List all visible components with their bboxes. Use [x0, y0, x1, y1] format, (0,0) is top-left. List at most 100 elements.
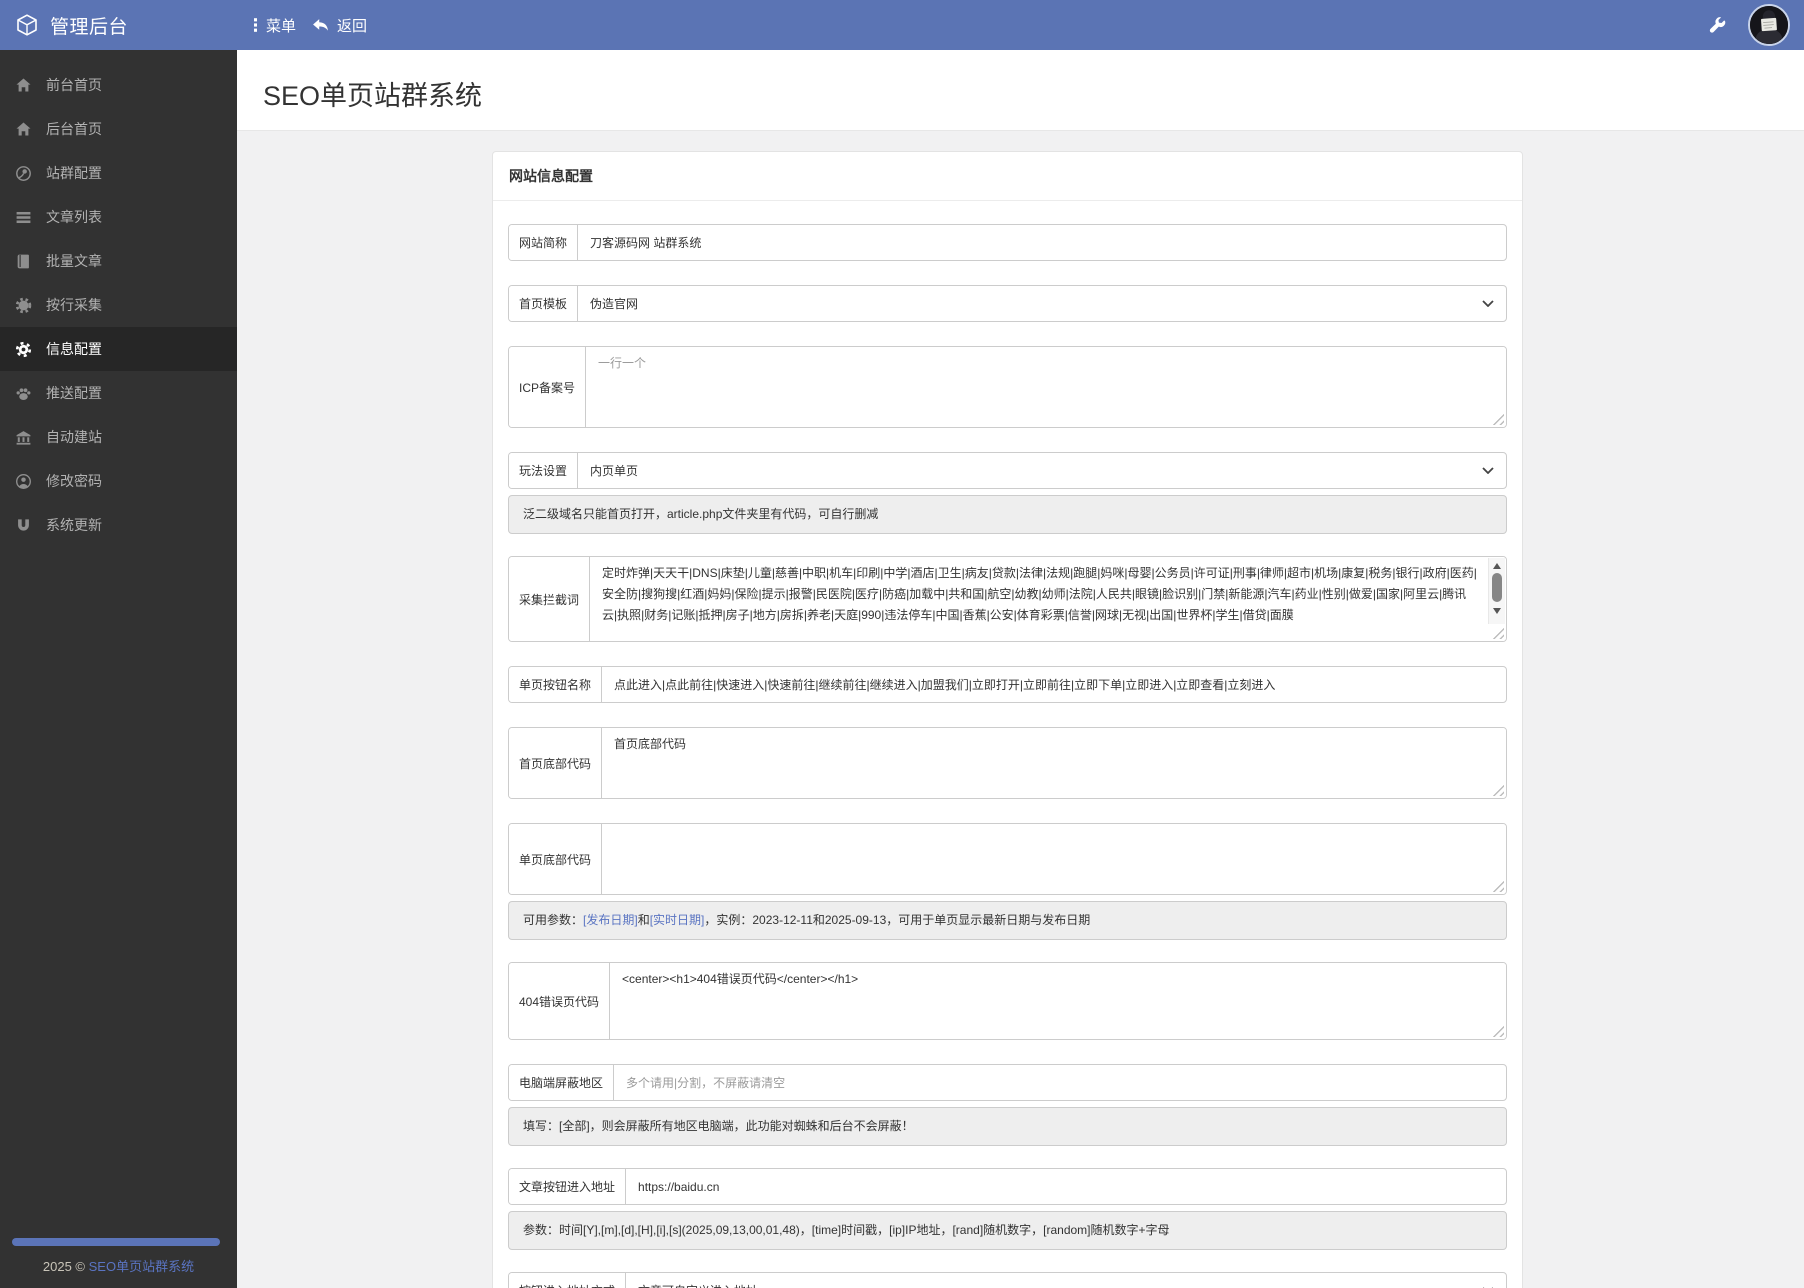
magnet-icon: [13, 517, 33, 534]
error-404-row: 404错误页代码 <center><h1>404错误页代码</center></…: [508, 962, 1507, 1040]
brand[interactable]: 管理后台: [0, 12, 237, 39]
icp-row: ICP备案号: [508, 346, 1507, 428]
realtime-date-link[interactable]: [实时日期]: [650, 913, 705, 927]
home-footer-code-row: 首页底部代码 首页底部代码: [508, 727, 1507, 799]
button-entry-mode-row: 按钮进入地址方式 文章可自定义进入地址: [508, 1272, 1507, 1288]
menu-button[interactable]: 菜单: [253, 0, 296, 50]
main-content: SEO单页站群系统 网站信息配置 网站简称 首页模板 伪造官网 ICP备案号: [237, 50, 1804, 1288]
footer-brand-link[interactable]: SEO单页站群系统: [89, 1259, 194, 1274]
article-button-url-label: 文章按钮进入地址: [509, 1169, 627, 1204]
sidebar-item-admin-home[interactable]: 后台首页: [0, 107, 237, 151]
sidebar-item-info-config[interactable]: 信息配置: [0, 327, 237, 371]
card-title: 网站信息配置: [493, 152, 1522, 201]
user-circle-icon: [13, 473, 33, 490]
button-entry-mode-select[interactable]: 文章可自定义进入地址: [626, 1273, 1506, 1288]
sidebar: 前台首页 后台首页 站群配置 文章列表 批量文章 按行采集 信息配置 推送配置: [0, 50, 237, 1288]
sidebar-item-label: 按行采集: [46, 297, 102, 313]
play-mode-label: 玩法设置: [509, 453, 579, 488]
url-params-help: 参数：时间[Y],[m],[d],[H],[i],[s](2025,09,13,…: [508, 1211, 1507, 1250]
sidebar-item-label: 推送配置: [46, 385, 102, 401]
date-params-help: 可用参数：[发布日期]和[实时日期]，实例：2023-12-11和2025-09…: [508, 901, 1507, 940]
globe-marker-icon: [13, 165, 33, 182]
home-footer-code-textarea[interactable]: 首页底部代码: [602, 728, 1506, 798]
footer-copyright: 2025 ©: [42, 1259, 89, 1274]
play-mode-value: 内页单页: [590, 464, 639, 478]
sidebar-item-push-config[interactable]: 推送配置: [0, 371, 237, 415]
play-mode-help: 泛二级域名只能首页打开，article.php文件夹里有代码，可自行删减: [508, 495, 1507, 534]
bank-icon: [13, 429, 33, 446]
sidebar-item-label: 批量文章: [46, 253, 102, 269]
collect-block-words-textarea[interactable]: 定时炸弹|天天干|DNS|床垫|儿童|慈善|中职|机车|印刷|中学|酒店|卫生|…: [590, 557, 1506, 641]
home-footer-code-label: 首页底部代码: [509, 728, 603, 798]
chevron-down-icon: [1482, 300, 1494, 307]
article-button-url-row: 文章按钮进入地址: [508, 1168, 1507, 1205]
button-names-row: 单页按钮名称: [508, 666, 1507, 703]
error-404-label: 404错误页代码: [509, 963, 611, 1039]
sidebar-item-article-list[interactable]: 文章列表: [0, 195, 237, 239]
button-names-input[interactable]: [602, 667, 1506, 702]
scrollbar-thumb[interactable]: [1492, 573, 1502, 602]
play-mode-select[interactable]: 内页单页: [578, 453, 1506, 488]
menu-dots-icon: [253, 17, 258, 33]
pc-block-region-input[interactable]: [614, 1065, 1506, 1100]
wrench-icon[interactable]: [1709, 16, 1726, 34]
page-footer-code-label: 单页底部代码: [509, 824, 603, 894]
sidebar-item-batch-articles[interactable]: 批量文章: [0, 239, 237, 283]
menu-button-label: 菜单: [266, 17, 297, 35]
pc-block-region-row: 电脑端屏蔽地区: [508, 1064, 1507, 1101]
sun-cog-icon: [13, 297, 33, 314]
back-button[interactable]: 返回: [312, 0, 367, 50]
publish-date-link[interactable]: [发布日期]: [583, 913, 638, 927]
sidebar-item-front-home[interactable]: 前台首页: [0, 63, 237, 107]
homepage-template-label: 首页模板: [509, 286, 579, 321]
sidebar-item-line-collect[interactable]: 按行采集: [0, 283, 237, 327]
cube-logo-icon: [15, 13, 39, 37]
pc-block-region-help: 填写：[全部]，则会屏蔽所有地区电脑端，此功能对蜘蛛和后台不会屏蔽！: [508, 1107, 1507, 1146]
page-footer-code-textarea[interactable]: [602, 824, 1506, 894]
homepage-template-select[interactable]: 伪造官网: [578, 286, 1506, 321]
book-icon: [13, 253, 33, 270]
icp-label: ICP备案号: [509, 347, 587, 427]
error-404-textarea[interactable]: <center><h1>404错误页代码</center></h1>: [610, 963, 1506, 1039]
play-mode-row: 玩法设置 内页单页: [508, 452, 1507, 489]
button-entry-mode-value: 文章可自定义进入地址: [638, 1282, 758, 1288]
sidebar-item-auto-build[interactable]: 自动建站: [0, 415, 237, 459]
gear-icon: [13, 341, 33, 358]
site-name-label: 网站简称: [509, 225, 579, 260]
sidebar-item-label: 自动建站: [46, 429, 102, 445]
paw-icon: [13, 385, 33, 402]
sidebar-item-label: 站群配置: [46, 165, 102, 181]
scroll-up-button[interactable]: [1489, 559, 1505, 573]
homepage-template-value: 伪造官网: [590, 297, 639, 311]
sidebar-item-label: 文章列表: [46, 209, 102, 225]
pc-block-region-label: 电脑端屏蔽地区: [509, 1065, 615, 1100]
page-footer-code-row: 单页底部代码: [508, 823, 1507, 895]
sidebar-item-change-password[interactable]: 修改密码: [0, 459, 237, 503]
back-arrow-icon: [312, 18, 329, 33]
sidebar-nav: 前台首页 后台首页 站群配置 文章列表 批量文章 按行采集 信息配置 推送配置: [0, 50, 237, 547]
article-button-url-input[interactable]: [626, 1169, 1506, 1204]
topbar: 管理后台 菜单 返回: [0, 0, 1804, 50]
sidebar-item-site-group-config[interactable]: 站群配置: [0, 151, 237, 195]
scroll-down-button[interactable]: [1489, 604, 1505, 618]
avatar[interactable]: [1748, 4, 1790, 46]
site-name-input[interactable]: [578, 225, 1506, 260]
collect-block-words-row: 采集拦截词 定时炸弹|天天干|DNS|床垫|儿童|慈善|中职|机车|印刷|中学|…: [508, 556, 1507, 642]
sidebar-item-label: 前台首页: [46, 77, 102, 93]
sidebar-item-label: 系统更新: [46, 517, 102, 533]
site-name-row: 网站简称: [508, 224, 1507, 261]
home-icon: [13, 77, 33, 94]
button-names-label: 单页按钮名称: [509, 667, 603, 702]
button-entry-mode-label: 按钮进入地址方式: [509, 1273, 627, 1288]
page-title: SEO单页站群系统: [263, 81, 483, 111]
page-header: SEO单页站群系统: [237, 50, 1804, 131]
icp-textarea[interactable]: [586, 347, 1506, 427]
sidebar-item-system-update[interactable]: 系统更新: [0, 503, 237, 547]
textarea-scrollbar[interactable]: [1488, 558, 1505, 624]
collect-block-words-label: 采集拦截词: [509, 557, 591, 641]
back-button-label: 返回: [337, 17, 368, 35]
site-info-card: 网站信息配置 网站简称 首页模板 伪造官网 ICP备案号: [492, 151, 1523, 1288]
list-icon: [13, 209, 33, 226]
sidebar-scrollbar-thumb[interactable]: [12, 1238, 220, 1246]
homepage-template-row: 首页模板 伪造官网: [508, 285, 1507, 322]
